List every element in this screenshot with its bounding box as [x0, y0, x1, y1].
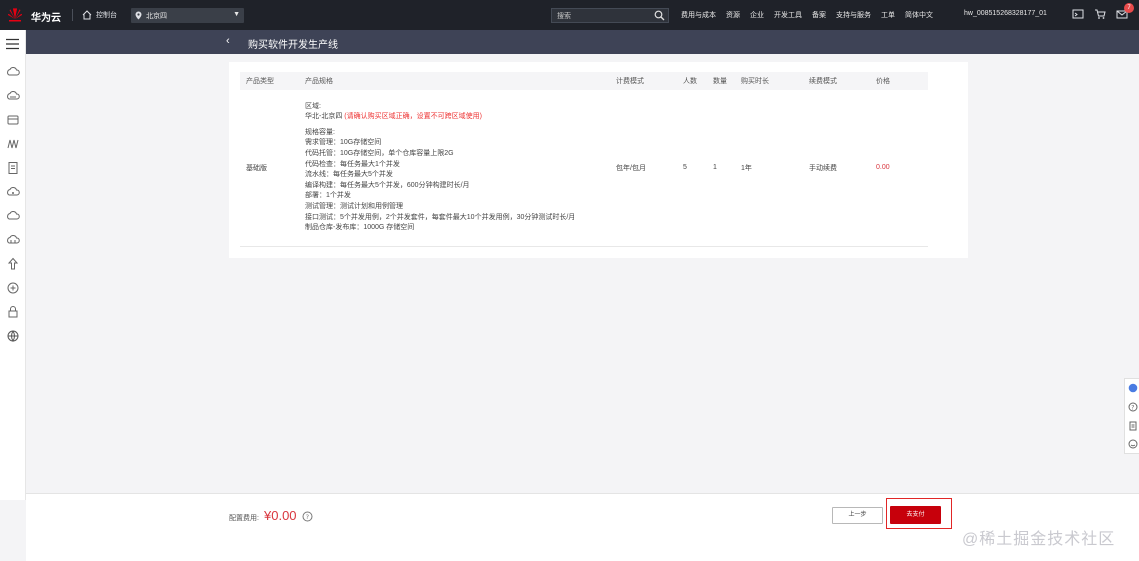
region-label: 区域:	[305, 102, 321, 110]
region-selector[interactable]: 北京四 ▼	[131, 8, 244, 23]
nav-item-support[interactable]: 支持与服务	[836, 10, 871, 20]
product-spec: 区域: 华北-北京四 (请确认购买区域正确，设置不可跨区域使用) 规格容量: 需…	[299, 90, 610, 247]
renew-mode: 手动续费	[803, 90, 870, 247]
storage-icon[interactable]	[6, 137, 20, 151]
column-header: 产品规格	[299, 72, 610, 90]
spec-item: 需求管理：10G存储空间	[305, 139, 382, 147]
column-header: 人数	[677, 72, 707, 90]
region-note: (请确认购买区域正确，设置不可跨区域使用)	[344, 113, 482, 121]
console-link[interactable]: 控制台	[82, 7, 117, 23]
nav-item-resources[interactable]: 资源	[726, 10, 740, 20]
menu-icon[interactable]	[6, 38, 19, 50]
feedback-icon[interactable]	[1128, 421, 1138, 431]
nav-item-cost[interactable]: 费用与成本	[681, 10, 716, 20]
spec-item: 测试管理：测试计划和用例管理	[305, 203, 403, 211]
message-icon[interactable]: 7	[1116, 3, 1134, 22]
column-header: 数量	[707, 72, 735, 90]
spec-item: 部署：1个并发	[305, 192, 351, 200]
svg-text:?: ?	[1131, 404, 1134, 411]
network-cloud-icon[interactable]	[6, 185, 20, 199]
help-icon[interactable]: ?	[1128, 402, 1138, 412]
table-header-row: 产品类型 产品规格 计费模式 人数 数量 购买时长 续费模式 价格	[240, 72, 928, 90]
terminal-icon[interactable]	[1072, 8, 1086, 22]
region-value: 华北-北京四	[305, 113, 343, 121]
nav-item-enterprise[interactable]: 企业	[750, 10, 764, 20]
lock-icon[interactable]	[6, 305, 20, 319]
order-table: 产品类型 产品规格 计费模式 人数 数量 购买时长 续费模式 价格 基础版 区域…	[240, 72, 928, 247]
region-value-line: 华北-北京四 (请确认购买区域正确，设置不可跨区域使用)	[305, 112, 610, 123]
chat-icon[interactable]	[1128, 383, 1138, 393]
security-icon[interactable]	[6, 257, 20, 271]
console-label: 控制台	[96, 12, 117, 19]
location-pin-icon	[135, 11, 142, 20]
huawei-logo-icon[interactable]	[6, 6, 24, 22]
globe-icon[interactable]	[6, 329, 20, 343]
go-to-pay-button[interactable]: 去支付	[890, 506, 941, 524]
column-header: 续费模式	[803, 72, 870, 90]
top-nav: 费用与成本 资源 企业 开发工具 备案 支持与服务 工单 简体中文	[681, 10, 933, 20]
nav-item-ticket[interactable]: 工单	[881, 10, 895, 20]
caret-down-icon: ▼	[233, 11, 240, 18]
region-label: 北京四	[146, 12, 167, 20]
search-icon[interactable]	[654, 10, 665, 21]
previous-step-button[interactable]: 上一步	[832, 507, 883, 524]
database-icon[interactable]	[6, 113, 20, 127]
column-header: 价格	[870, 72, 928, 90]
document-icon[interactable]	[6, 161, 20, 175]
table-row: 基础版 区域: 华北-北京四 (请确认购买区域正确，设置不可跨区域使用) 规格容…	[240, 90, 928, 247]
svg-text:?: ?	[306, 513, 309, 521]
search-input[interactable]: 搜索	[551, 8, 669, 23]
search-placeholder: 搜索	[557, 12, 571, 20]
service-icon[interactable]	[1128, 439, 1138, 449]
spec-item: 代码检查：每任务最大1个并发	[305, 160, 400, 168]
top-icon-group: 7	[1072, 3, 1134, 22]
column-header: 产品类型	[240, 72, 299, 90]
column-header: 购买时长	[735, 72, 803, 90]
question-circle-icon[interactable]: ?	[302, 511, 313, 522]
spec-item: 制品仓库-发布库：1000G 存储空间	[305, 224, 415, 232]
back-arrow-icon[interactable]: ‹	[226, 35, 230, 47]
page-header: ‹ 购买软件开发生产线	[26, 30, 1139, 54]
nav-item-filing[interactable]: 备案	[812, 10, 826, 20]
top-bar: 华为云 控制台 北京四 ▼ 搜索 费用与成本 资源 企业 开发工具 备案 支持与…	[0, 0, 1139, 30]
cart-icon[interactable]	[1094, 8, 1108, 22]
product-type: 基础版	[240, 90, 299, 247]
fee-label: 配置费用:	[229, 515, 259, 522]
floating-toolbar: ?	[1124, 378, 1139, 454]
purchase-duration: 1年	[735, 90, 803, 247]
fee-value: ¥0.00	[264, 508, 297, 523]
spec-item: 编译构建：每任务最大5个并发，600分钟构建时长/月	[305, 181, 470, 189]
cloud-server-icon[interactable]	[6, 65, 20, 79]
quantity: 1	[707, 90, 735, 247]
price: 0.00	[870, 90, 928, 247]
cloud-service-icon[interactable]	[6, 233, 20, 247]
nav-item-language[interactable]: 简体中文	[905, 10, 933, 20]
spec-item: 接口测试：5个并发用例，2个并发套件，每套件最大10个并发用例，30分钟测试时长…	[305, 213, 576, 221]
brand-name[interactable]: 华为云	[31, 9, 61, 24]
cloud-icon[interactable]	[6, 89, 20, 103]
cdn-icon[interactable]	[6, 209, 20, 223]
monitor-icon[interactable]	[6, 281, 20, 295]
page-title: 购买软件开发生产线	[248, 40, 338, 51]
spec-item: 流水线：每任务最大5个并发	[305, 171, 393, 179]
account-name[interactable]: hw_008515268328177_01	[964, 10, 1047, 17]
side-nav	[0, 30, 26, 500]
spec-item: 代码托管：10G存储空间，单个仓库容量上限2G	[305, 150, 454, 158]
column-header: 计费模式	[610, 72, 677, 90]
nav-item-devtools[interactable]: 开发工具	[774, 10, 802, 20]
spec-title: 规格容量:	[305, 128, 335, 136]
home-icon	[82, 10, 92, 20]
watermark: @稀土掘金技术社区	[962, 531, 1116, 548]
people-count: 5	[677, 90, 707, 247]
notification-badge: 7	[1124, 3, 1134, 13]
billing-mode: 包年/包月	[610, 90, 677, 247]
divider	[72, 9, 73, 21]
order-card: 产品类型 产品规格 计费模式 人数 数量 购买时长 续费模式 价格 基础版 区域…	[229, 62, 968, 258]
